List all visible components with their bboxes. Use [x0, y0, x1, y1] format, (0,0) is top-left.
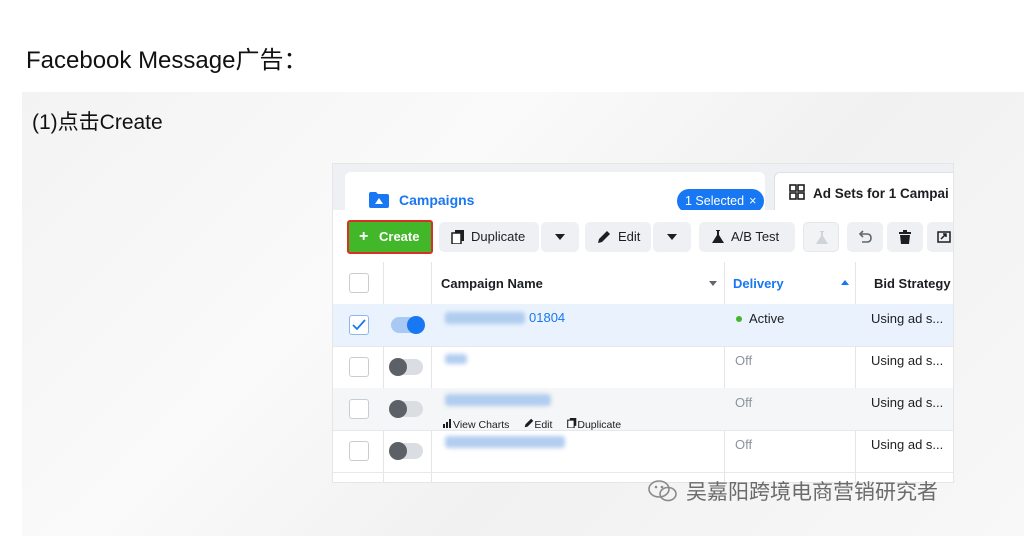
bid-strategy: Using ad s...: [871, 437, 944, 452]
delete-button[interactable]: [887, 222, 923, 252]
caret-down-icon: [667, 234, 677, 240]
row-checkbox[interactable]: [349, 441, 369, 461]
edit-button[interactable]: Edit: [585, 222, 651, 252]
row-checkbox[interactable]: [349, 315, 369, 335]
tab-ad-sets-label: Ad Sets for 1 Campai: [813, 186, 949, 201]
plus-icon: +: [359, 228, 369, 245]
campaign-toggle[interactable]: [389, 400, 423, 418]
table-row[interactable]: Off Using ad s...: [333, 430, 953, 473]
edit-dropdown[interactable]: [653, 222, 691, 252]
toolbar: + Create Duplicate Edit A/B Test: [333, 210, 953, 262]
status-dot: [736, 316, 742, 322]
create-button-label: Create: [379, 229, 420, 244]
caret-down-icon: [555, 234, 565, 240]
sort-down-icon: [709, 281, 717, 286]
blurred-name: [445, 312, 525, 324]
blurred-name: [445, 394, 551, 406]
edit-button-label: Edit: [618, 229, 641, 244]
toggle-knob: [389, 400, 407, 418]
export-icon: [937, 231, 951, 243]
ads-manager-screenshot: Campaigns 1 Selected × Ad Sets for 1 Camp…: [333, 164, 953, 482]
duplicate-button-label: Duplicate: [471, 229, 526, 244]
bid-strategy: Using ad s...: [871, 311, 944, 326]
tab-campaigns[interactable]: Campaigns 1 Selected ×: [345, 172, 765, 214]
campaigns-table: Campaign Name Delivery Bid Strategy 0180…: [333, 262, 953, 482]
blurred-name: [445, 436, 565, 448]
rules-button[interactable]: [803, 222, 839, 252]
tab-ad-sets[interactable]: Ad Sets for 1 Campai: [774, 172, 953, 212]
checkmark-icon: [352, 319, 366, 331]
select-all-checkbox[interactable]: [349, 273, 369, 293]
bar-chart-icon: [443, 419, 451, 428]
tab-campaigns-label: Campaigns: [399, 192, 475, 208]
pencil-icon: [525, 418, 534, 428]
duplicate-icon: [451, 230, 464, 244]
close-icon[interactable]: ×: [749, 194, 756, 208]
header-delivery[interactable]: Delivery: [733, 276, 784, 291]
row-checkbox[interactable]: [349, 399, 369, 419]
flask-disabled-icon: [816, 231, 828, 244]
wechat-icon: [648, 480, 677, 502]
delivery-status: Active: [749, 311, 785, 326]
page-title: Facebook Message广告：: [26, 47, 308, 74]
table-row[interactable]: 01804 Active Using ad s...: [333, 304, 953, 347]
blurred-name: [445, 354, 467, 364]
table-header: Campaign Name Delivery Bid Strategy: [333, 262, 953, 305]
header-bid-strategy[interactable]: Bid Strategy: [874, 276, 951, 291]
duplicate-dropdown[interactable]: [541, 222, 579, 252]
tab-bar: Campaigns 1 Selected × Ad Sets for 1 Camp…: [333, 164, 953, 214]
step-caption: (1)点击Create: [32, 111, 163, 134]
folder-icon: [369, 192, 389, 208]
delivery-status: Off: [735, 353, 753, 368]
ab-test-button-label: A/B Test: [731, 229, 780, 244]
toggle-knob: [389, 358, 407, 376]
duplicate-icon: [567, 418, 577, 429]
campaign-toggle[interactable]: [391, 316, 425, 334]
header-campaign-name[interactable]: Campaign Name: [441, 276, 543, 291]
delivery-status: Off: [735, 395, 753, 410]
watermark-text: 吴嘉阳跨境电商营销研究者: [686, 481, 938, 504]
selected-count-label: 1 Selected: [685, 194, 745, 208]
trash-icon: [899, 230, 911, 244]
row-checkbox[interactable]: [349, 357, 369, 377]
sort-up-icon: [841, 280, 849, 285]
table-row[interactable]: Off Using ad s...: [333, 346, 953, 389]
duplicate-button[interactable]: Duplicate: [439, 222, 539, 252]
create-button[interactable]: + Create: [347, 220, 433, 254]
campaign-name[interactable]: 01804: [529, 310, 565, 325]
undo-button[interactable]: [847, 222, 883, 252]
export-button[interactable]: [927, 222, 953, 252]
campaign-toggle[interactable]: [389, 442, 423, 460]
ab-test-button[interactable]: A/B Test: [699, 222, 795, 252]
table-row[interactable]: View Charts Edit Duplicate Off Using ad …: [333, 388, 953, 431]
flask-icon: [712, 230, 724, 243]
pencil-icon: [598, 231, 610, 243]
delivery-status: Off: [735, 437, 753, 452]
toggle-knob: [389, 442, 407, 460]
toggle-knob: [407, 316, 425, 334]
undo-icon: [858, 230, 872, 243]
campaign-toggle[interactable]: [389, 358, 423, 376]
bid-strategy: Using ad s...: [871, 353, 944, 368]
bid-strategy: Using ad s...: [871, 395, 944, 410]
grid-icon: [789, 184, 805, 200]
